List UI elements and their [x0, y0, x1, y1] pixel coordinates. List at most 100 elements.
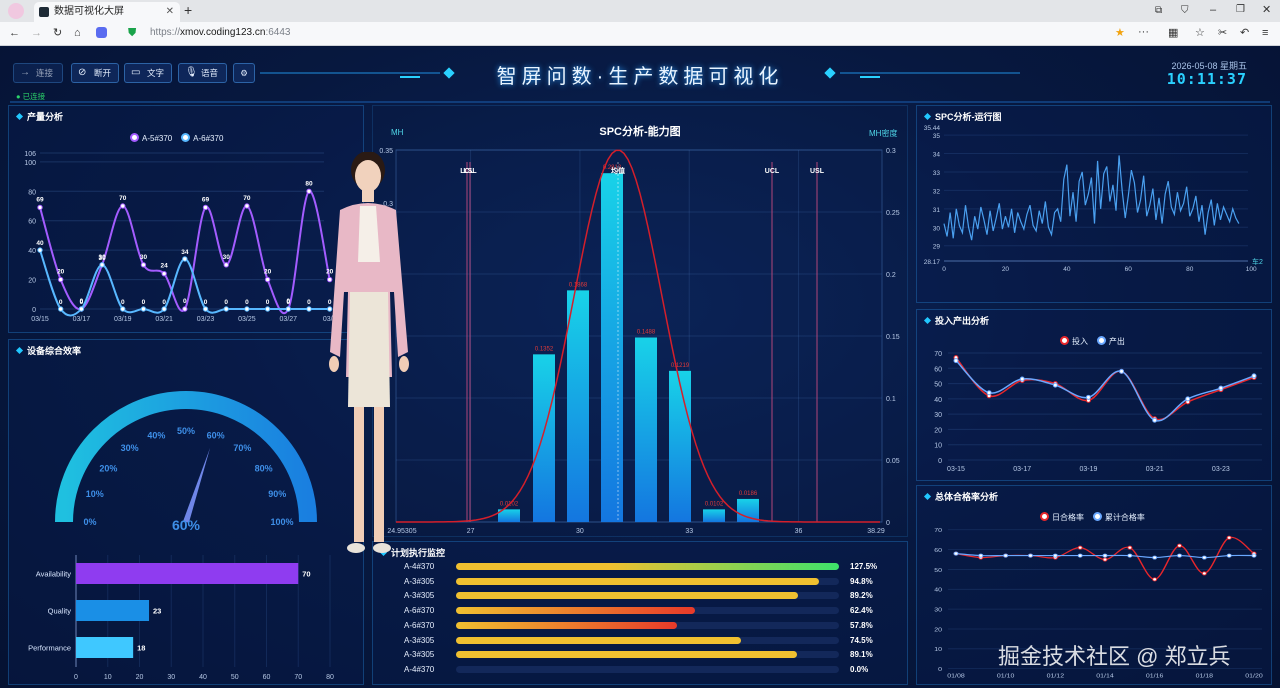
spc-x-tick: 33	[685, 528, 693, 535]
production-chart: 0 20 40 60 80 100 106 03/15 03/17 03/19 03/21 03/23…	[24, 151, 336, 323]
production-point	[57, 276, 64, 283]
spc-reference-label: LSL	[463, 168, 477, 175]
production-point	[140, 262, 147, 268]
new-tab-icon[interactable]: +	[184, 3, 192, 17]
back-icon[interactable]: ←	[9, 26, 20, 40]
line-x-tick: 03-19	[1079, 466, 1097, 473]
spc-right-y-tick: 0.05	[886, 458, 900, 465]
home-icon[interactable]: ⌂	[74, 26, 81, 40]
legend-item-a5[interactable]: A-5#370	[130, 133, 172, 143]
settings-button[interactable]: ⚙	[233, 63, 255, 83]
gauge-tick-label: 70%	[233, 443, 251, 453]
line-point	[1177, 543, 1182, 548]
spc-x-tick: 30	[576, 528, 584, 535]
legend-item-output[interactable]: 产出	[1096, 336, 1125, 346]
plan-row-fill	[456, 592, 798, 600]
oee-x-tick: 20	[136, 674, 144, 681]
plan-row-name: A-4#370	[404, 664, 435, 674]
production-data-label: 34	[181, 249, 189, 256]
plan-row-track	[456, 665, 839, 673]
spc-right-y-tick: 0.1	[886, 396, 896, 403]
production-data-label: 0	[245, 299, 249, 306]
line-point	[978, 553, 984, 558]
line-y-tick: 70	[934, 351, 942, 358]
gauge-needle	[183, 447, 211, 523]
line-point	[1077, 545, 1083, 550]
spc-right-axis-label: MH密度	[869, 129, 898, 138]
connect-button[interactable]: → 连接	[13, 63, 63, 83]
line-point	[1052, 553, 1058, 558]
oee-x-tick: 40	[199, 674, 207, 681]
legend-item-input[interactable]: 投入	[1060, 336, 1088, 346]
legend-item-a6[interactable]: A-6#370	[181, 133, 223, 143]
legend-item-daily[interactable]: 日合格率	[1040, 512, 1084, 522]
extension-icon[interactable]	[96, 27, 107, 38]
minimize-icon[interactable]: –	[1210, 3, 1216, 17]
more-icon[interactable]: ···	[1138, 25, 1149, 39]
text-button[interactable]: ▭ 文字	[124, 63, 172, 83]
gauge-tick-label: 100%	[270, 517, 293, 527]
gauge-tick-label: 50%	[177, 426, 195, 436]
dashboard-screen: 智屏问数·生产数据可视化 → 连接 ⊘ 断开 ▭ 文字 🎙 语音 ⚙ ● 已连接 202…	[0, 47, 1280, 688]
url-field[interactable]: https://xmov.coding123.cn:6443	[150, 27, 290, 38]
production-data-label: 0	[121, 299, 125, 306]
tab-search-icon[interactable]: ⧉	[1155, 4, 1162, 18]
menu-icon[interactable]: ≡	[1262, 26, 1268, 40]
production-point	[57, 306, 64, 312]
apps-icon[interactable]: ▦	[1168, 26, 1178, 40]
window-close-icon[interactable]: ✕	[1262, 3, 1271, 17]
line-point	[1201, 571, 1207, 576]
restore-icon[interactable]: ❐	[1236, 3, 1245, 17]
production-data-label: 0	[266, 299, 270, 306]
plan-row-track	[456, 563, 839, 570]
voice-button[interactable]: 🎙 语音	[178, 63, 227, 83]
line-x-tick: 01/18	[1196, 673, 1214, 679]
browser-tab-bar: 数据可视化大屏 ✕ + ⧉ ⛉ – ❐ ✕	[0, 0, 1280, 22]
undo-icon[interactable]: ↶	[1240, 26, 1249, 40]
line-x-tick: 03-21	[1146, 466, 1164, 473]
line-y-tick: 10	[934, 443, 942, 450]
spc-bar-label: 0.1868	[569, 282, 588, 288]
line-y-tick: 60	[934, 548, 942, 554]
line-point	[1119, 368, 1125, 374]
line-point	[986, 390, 992, 396]
run-x-tick: 40	[1063, 266, 1071, 273]
message-icon: ▭	[131, 67, 141, 78]
tab-close-icon[interactable]: ✕	[166, 2, 174, 22]
plan-row-fill	[456, 621, 678, 629]
bookmark-star-icon[interactable]: ★	[1115, 26, 1125, 40]
plan-row-percent: 74.5%	[850, 635, 873, 645]
legend-item-cumulative[interactable]: 累计合格率	[1092, 512, 1145, 522]
spc-bar	[635, 337, 657, 522]
browser-tab[interactable]: 数据可视化大屏 ✕	[34, 2, 180, 22]
production-y-tick: 106	[24, 151, 36, 158]
oee-x-tick: 80	[326, 674, 334, 681]
production-point	[202, 204, 209, 211]
profile-avatar-icon[interactable]	[8, 3, 24, 19]
shirt-icon[interactable]: ⛉	[1181, 4, 1189, 18]
production-point	[182, 256, 188, 262]
production-point	[161, 270, 167, 277]
line-series	[955, 357, 1255, 421]
spc-bar-label: 0.0102	[705, 501, 724, 507]
oee-title: 设备综合效率	[17, 344, 81, 357]
run-y-tick: 34	[933, 152, 941, 159]
line-point	[1218, 385, 1224, 391]
plan-row-percent: 89.1%	[850, 650, 873, 660]
tools-icon[interactable]: ✂	[1218, 26, 1227, 40]
favorites-icon[interactable]: ☆	[1195, 26, 1205, 40]
oee-category-label: Quality	[48, 607, 72, 616]
line-x-tick: 03-23	[1212, 466, 1230, 473]
run-x-tick: 60	[1125, 266, 1133, 273]
forward-icon[interactable]: →	[31, 26, 42, 40]
disconnect-button[interactable]: ⊘ 断开	[71, 63, 119, 83]
gauge-tick-label: 40%	[147, 430, 165, 440]
production-point	[244, 306, 250, 312]
line-y-tick: 30	[934, 412, 942, 419]
oee-value-label: 70	[302, 570, 310, 579]
reload-icon[interactable]: ↻	[53, 26, 62, 40]
plan-row-percent: 57.8%	[850, 620, 873, 630]
spc-bar-label: 0.1488	[637, 329, 656, 335]
line-y-tick: 70	[934, 528, 942, 534]
plan-row-percent: 62.4%	[850, 606, 873, 616]
